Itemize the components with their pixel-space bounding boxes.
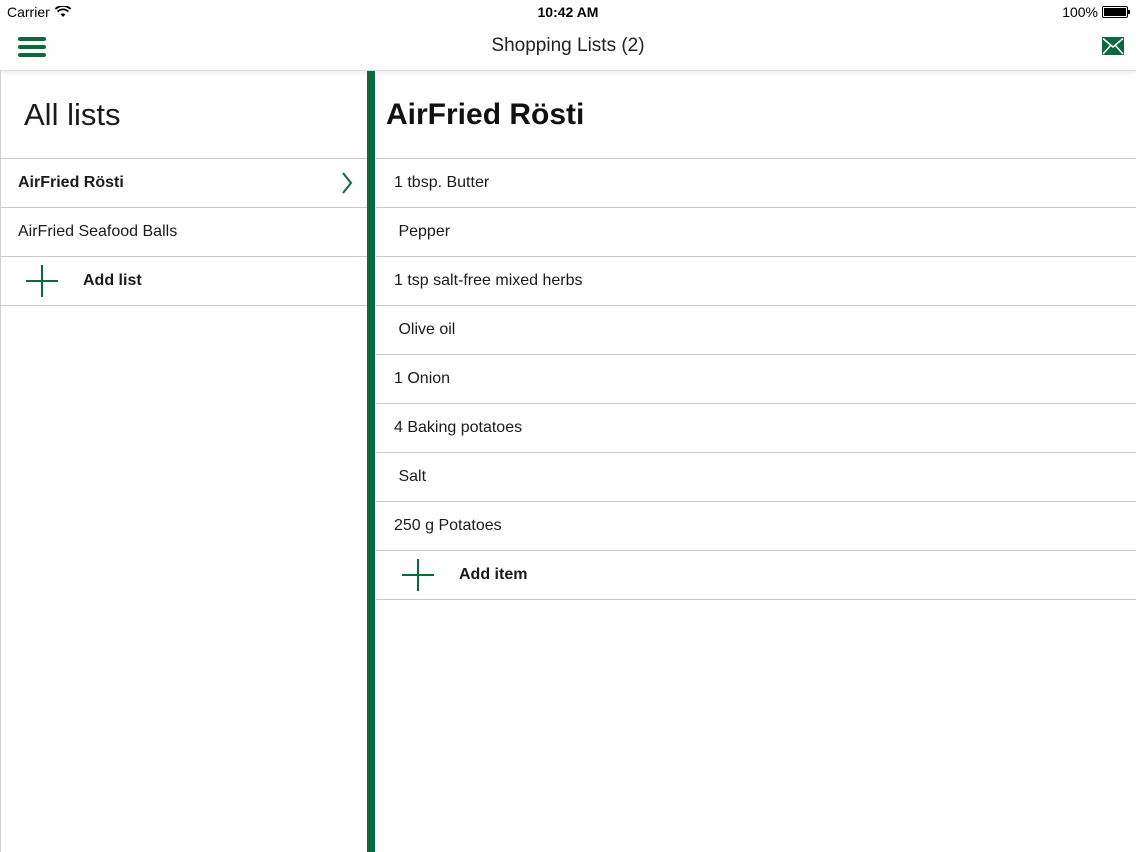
shopping-item[interactable]: 250 g Potatoes	[376, 502, 1136, 551]
add-item-label: Add item	[459, 566, 528, 583]
shopping-item-label: 1 tbsp. Butter	[394, 174, 490, 191]
shopping-item[interactable]: 1 tsp salt-free mixed herbs	[376, 257, 1136, 306]
status-bar: Carrier 10:42 AM 100%	[0, 0, 1136, 24]
navigation-bar: Shopping Lists (2)	[0, 24, 1136, 71]
shopping-item-label: Olive oil	[394, 321, 456, 338]
shopping-item[interactable]: Pepper	[376, 208, 1136, 257]
status-time: 10:42 AM	[537, 4, 599, 20]
sidebar-header: All lists	[1, 71, 368, 159]
list-item[interactable]: AirFried Seafood Balls	[1, 208, 368, 257]
shopping-item[interactable]: Olive oil	[376, 306, 1136, 355]
add-list-button[interactable]: Add list	[1, 257, 368, 306]
shopping-item[interactable]: Salt	[376, 453, 1136, 502]
shopping-item-label: 4 Baking potatoes	[394, 419, 523, 436]
list-title: AirFried Rösti	[386, 98, 585, 131]
lists-sidebar: All lists AirFried Rösti AirFried Seafood…	[0, 71, 368, 852]
list-item-label: AirFried Rösti	[18, 174, 124, 191]
mail-icon[interactable]	[1102, 37, 1124, 55]
battery-status: 100%	[1062, 4, 1130, 20]
shopping-item-label: Salt	[394, 468, 427, 485]
page-title: Shopping Lists (2)	[491, 35, 645, 56]
battery-icon	[1102, 6, 1130, 18]
shopping-item-label: 250 g Potatoes	[394, 517, 502, 534]
list-detail: AirFried Rösti 1 tbsp. Butter Pepper 1 ts…	[376, 71, 1136, 852]
add-list-label: Add list	[83, 272, 142, 289]
plus-icon	[26, 265, 58, 297]
sidebar-title: All lists	[24, 97, 121, 132]
shopping-item[interactable]: 4 Baking potatoes	[376, 404, 1136, 453]
shopping-item-label: 1 tsp salt-free mixed herbs	[394, 272, 583, 289]
list-item-label: AirFried Seafood Balls	[18, 223, 178, 240]
plus-icon	[402, 559, 434, 591]
battery-percent: 100%	[1062, 4, 1098, 20]
shopping-item-label: Pepper	[394, 223, 451, 240]
detail-header: AirFried Rösti	[376, 71, 1136, 159]
shopping-item[interactable]: 1 tbsp. Butter	[376, 159, 1136, 208]
pane-divider	[367, 71, 375, 852]
chevron-right-icon	[342, 172, 353, 194]
add-item-button[interactable]: Add item	[376, 551, 1136, 600]
shopping-item[interactable]: 1 Onion	[376, 355, 1136, 404]
list-item[interactable]: AirFried Rösti	[1, 159, 368, 208]
battery-fill	[1104, 8, 1126, 16]
shopping-item-label: 1 Onion	[394, 370, 451, 387]
